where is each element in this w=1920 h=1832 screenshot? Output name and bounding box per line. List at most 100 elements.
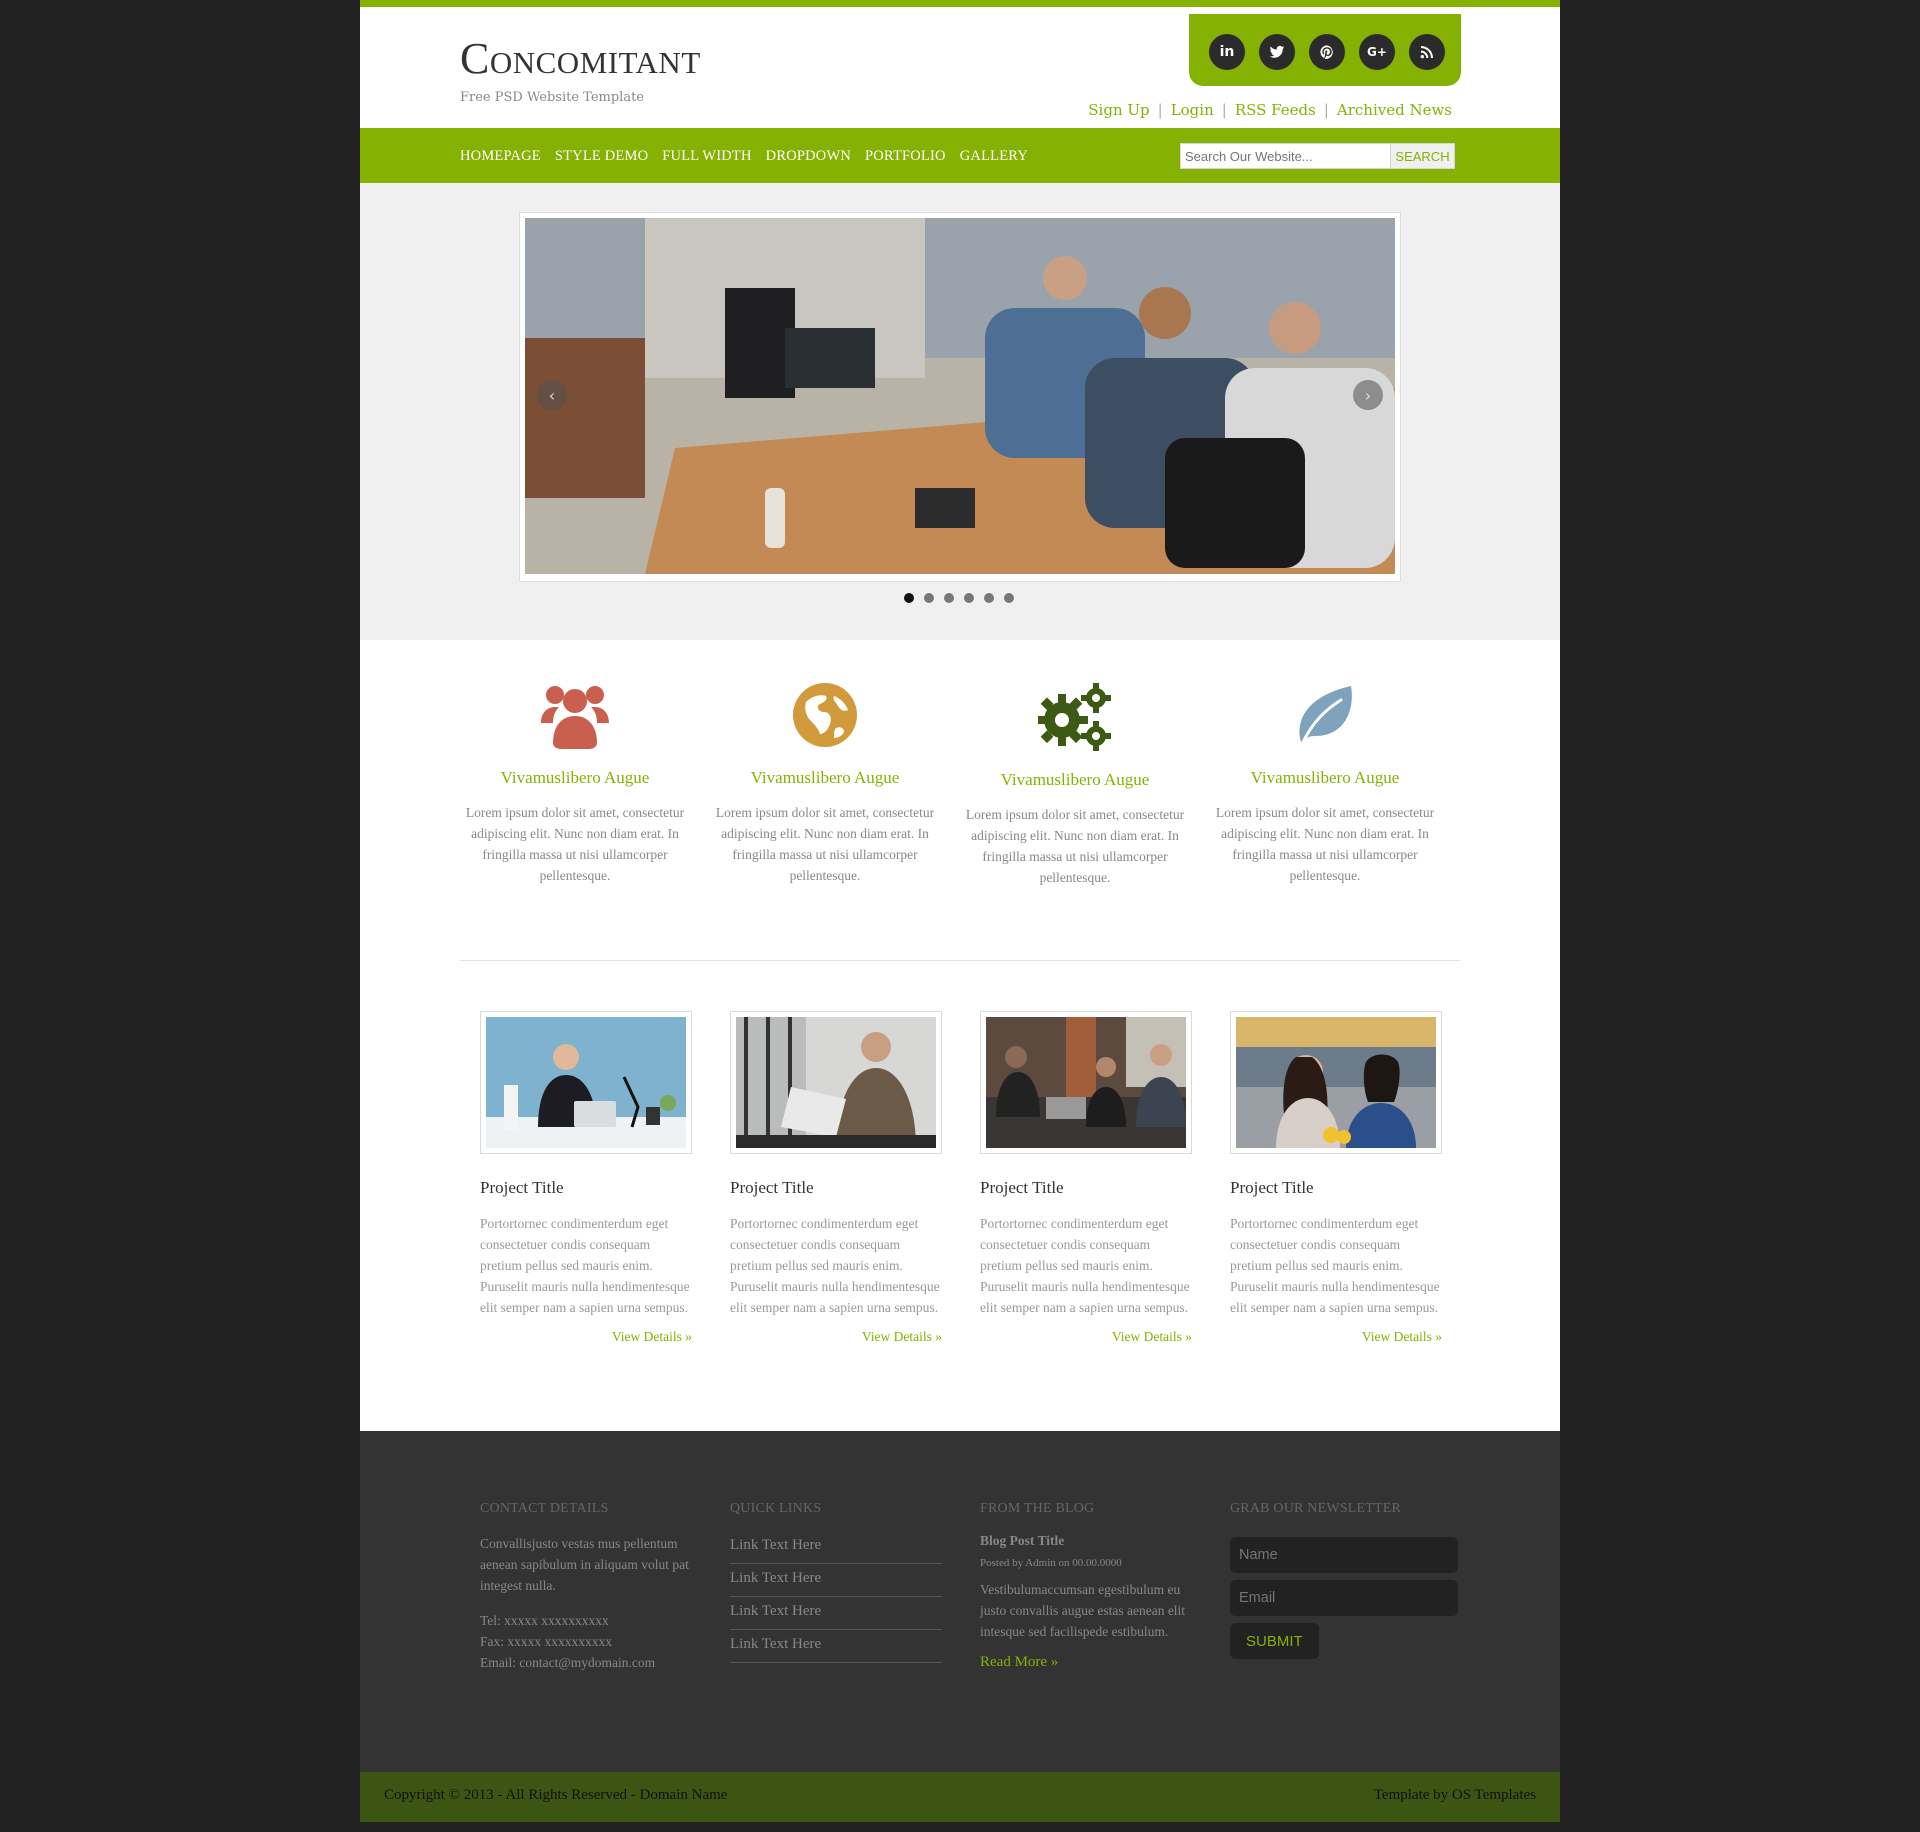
- slide-frame: ‹ ›: [519, 212, 1401, 582]
- feature-item: Vivamuslibero Augue Lorem ipsum dolor si…: [960, 682, 1190, 888]
- blog-post-excerpt: Vestibulumaccumsan egestibulum eu justo …: [980, 1582, 1186, 1639]
- feature-text: Lorem ipsum dolor sit amet, consectetur …: [715, 805, 935, 883]
- project-text: Portortornec condimenterdum eget consect…: [1230, 1216, 1440, 1315]
- feature-text: Lorem ipsum dolor sit amet, consectetur …: [1215, 805, 1435, 883]
- project-image: [986, 1017, 1186, 1148]
- feature-text: Lorem ipsum dolor sit amet, consectetur …: [465, 805, 685, 883]
- read-more-link[interactable]: Read More »: [980, 1654, 1192, 1671]
- slider-dot[interactable]: [984, 593, 994, 603]
- slider-dot[interactable]: [1004, 593, 1014, 603]
- feature-title: Vivamuslibero Augue: [750, 768, 900, 787]
- feature-item: Vivamuslibero Augue Lorem ipsum dolor si…: [1210, 680, 1440, 886]
- quick-link[interactable]: Link Text Here: [730, 1630, 942, 1663]
- view-details-link[interactable]: View Details »: [980, 1329, 1192, 1345]
- footer-contact: Contact Details Convallisjusto vestas mu…: [480, 1501, 692, 1673]
- blog-post-title[interactable]: Blog Post Title: [980, 1533, 1192, 1549]
- nav-homepage[interactable]: Homepage: [460, 148, 541, 164]
- contact-email: Email: contact@mydomain.com: [480, 1655, 656, 1670]
- copyright-text: Copyright © 2013 - All Rights Reserved -…: [384, 1787, 728, 1803]
- section-divider: [460, 960, 1460, 961]
- newsletter-submit-button[interactable]: SUBMIT: [1230, 1623, 1319, 1659]
- logo-first-letter: C: [460, 34, 490, 83]
- header: Concomitant Free PSD Website Template in…: [360, 7, 1560, 128]
- slider-next-button[interactable]: ›: [1353, 380, 1383, 410]
- footer-newsletter: Grab Our Newsletter SUBMIT: [1230, 1501, 1458, 1659]
- separator: |: [1221, 101, 1227, 119]
- blog-post-meta: Posted by Admin on 00.00.0000: [980, 1557, 1122, 1569]
- login-link[interactable]: Login: [1171, 101, 1214, 119]
- logo-rest: oncomitant: [489, 34, 701, 83]
- footer-heading: From The Blog: [980, 1501, 1095, 1516]
- social-links: in G+: [1189, 14, 1461, 86]
- project-image: [486, 1017, 686, 1148]
- feature-item: Vivamuslibero Augue Lorem ipsum dolor si…: [460, 680, 690, 886]
- project-text: Portortornec condimenterdum eget consect…: [480, 1216, 690, 1315]
- feature-text: Lorem ipsum dolor sit amet, consectetur …: [965, 807, 1185, 885]
- view-details-link[interactable]: View Details »: [480, 1329, 692, 1345]
- project-card: Project Title Portortornec condimenterdu…: [1230, 1011, 1442, 1345]
- contact-address: Tel: xxxxx xxxxxxxxxx Fax: xxxxx xxxxxxx…: [480, 1610, 692, 1673]
- top-links: Sign Up | Login | RSS Feeds | Archived N…: [1088, 101, 1452, 119]
- project-image-frame[interactable]: [980, 1011, 1192, 1154]
- slide-image: ‹ ›: [525, 218, 1395, 574]
- search-button[interactable]: SEARCH: [1390, 143, 1455, 169]
- signup-link[interactable]: Sign Up: [1088, 101, 1149, 119]
- top-accent-bar: [360, 0, 1560, 7]
- slider-dot[interactable]: [924, 593, 934, 603]
- view-details-link[interactable]: View Details »: [730, 1329, 942, 1345]
- archived-news-link[interactable]: Archived News: [1337, 101, 1452, 119]
- globe-icon: [710, 680, 940, 750]
- twitter-icon[interactable]: [1259, 34, 1295, 70]
- nav-full-width[interactable]: Full Width: [662, 148, 751, 164]
- quick-link[interactable]: Link Text Here: [730, 1597, 942, 1630]
- pinterest-icon[interactable]: [1309, 34, 1345, 70]
- separator: |: [1323, 101, 1329, 119]
- project-image: [1236, 1017, 1436, 1148]
- rss-feeds-link[interactable]: RSS Feeds: [1235, 101, 1316, 119]
- footer-heading: Quick Links: [730, 1501, 822, 1516]
- nav-portfolio[interactable]: Portfolio: [865, 148, 946, 164]
- nav-style-demo[interactable]: Style Demo: [555, 148, 648, 164]
- site-logo[interactable]: Concomitant: [460, 33, 701, 84]
- separator: |: [1157, 101, 1163, 119]
- quick-link[interactable]: Link Text Here: [730, 1531, 942, 1564]
- nav-dropdown[interactable]: Dropdown: [766, 148, 851, 164]
- site-tagline: Free PSD Website Template: [460, 90, 644, 105]
- copyright-bar: Copyright © 2013 - All Rights Reserved -…: [360, 1772, 1560, 1822]
- feature-title: Vivamuslibero Augue: [1000, 770, 1150, 789]
- project-card: Project Title Portortornec condimenterdu…: [480, 1011, 692, 1345]
- slider-dot[interactable]: [964, 593, 974, 603]
- linkedin-icon[interactable]: in: [1209, 34, 1245, 70]
- rss-icon[interactable]: [1409, 34, 1445, 70]
- project-title: Project Title: [730, 1178, 814, 1197]
- feature-item: Vivamuslibero Augue Lorem ipsum dolor si…: [710, 680, 940, 886]
- slider-prev-button[interactable]: ‹: [537, 380, 567, 410]
- template-credit: Template by OS Templates: [1373, 1787, 1536, 1803]
- footer-blog: From The Blog Blog Post Title Posted by …: [980, 1501, 1192, 1671]
- main-nav: Homepage Style Demo Full Width Dropdown …: [360, 128, 1560, 183]
- features-section: Vivamuslibero Augue Lorem ipsum dolor si…: [460, 640, 1460, 960]
- project-image-frame[interactable]: [1230, 1011, 1442, 1154]
- contact-tel: Tel: xxxxx xxxxxxxxxx: [480, 1613, 609, 1628]
- view-details-link[interactable]: View Details »: [1230, 1329, 1442, 1345]
- nav-gallery[interactable]: Gallery: [960, 148, 1028, 164]
- search-input[interactable]: [1180, 143, 1394, 169]
- project-image: [736, 1017, 936, 1148]
- project-card: Project Title Portortornec condimenterdu…: [980, 1011, 1192, 1345]
- contact-text: Convallisjusto vestas mus pellentum aene…: [480, 1536, 689, 1593]
- project-text: Portortornec condimenterdum eget consect…: [980, 1216, 1190, 1315]
- project-text: Portortornec condimenterdum eget consect…: [730, 1216, 940, 1315]
- slider-pagination: [904, 593, 1014, 603]
- newsletter-email-input[interactable]: [1230, 1580, 1458, 1616]
- project-image-frame[interactable]: [730, 1011, 942, 1154]
- slider-dot[interactable]: [944, 593, 954, 603]
- project-title: Project Title: [980, 1178, 1064, 1197]
- footer-quick-links: Quick Links Link Text Here Link Text Her…: [730, 1501, 942, 1663]
- slider-dot[interactable]: [904, 593, 914, 603]
- gears-icon: [960, 682, 1190, 752]
- footer: Contact Details Convallisjusto vestas mu…: [360, 1431, 1560, 1772]
- google-plus-icon[interactable]: G+: [1359, 34, 1395, 70]
- quick-link[interactable]: Link Text Here: [730, 1564, 942, 1597]
- project-image-frame[interactable]: [480, 1011, 692, 1154]
- newsletter-name-input[interactable]: [1230, 1537, 1458, 1573]
